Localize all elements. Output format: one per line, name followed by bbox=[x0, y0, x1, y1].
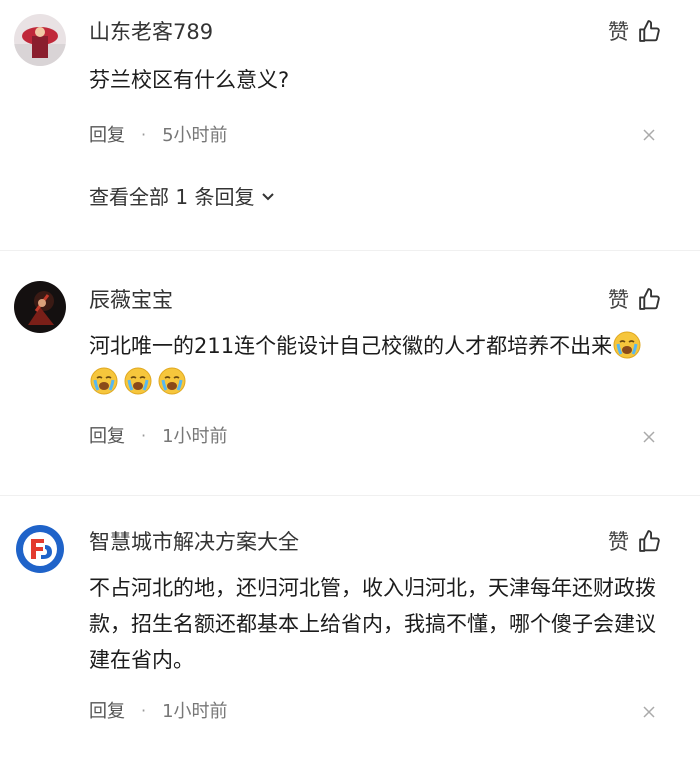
crying-face-icon bbox=[123, 366, 153, 396]
avatar-image bbox=[14, 523, 66, 575]
crying-face-icon bbox=[157, 366, 187, 396]
separator: · bbox=[141, 425, 147, 445]
like-button[interactable]: 赞 bbox=[608, 284, 662, 314]
avatar-image bbox=[14, 14, 66, 66]
crying-face-icon bbox=[89, 366, 119, 396]
comment-meta: 回复 · 5小时前 bbox=[89, 121, 228, 147]
crying-face-icon bbox=[612, 330, 642, 360]
comment-text: 河北唯一的211连个能设计自己校徽的人才都培养不出来 bbox=[89, 328, 674, 400]
divider bbox=[0, 250, 700, 251]
thumbs-up-icon bbox=[637, 529, 662, 554]
avatar[interactable] bbox=[14, 523, 66, 575]
like-button[interactable]: 赞 bbox=[608, 16, 662, 46]
chevron-down-icon bbox=[254, 188, 276, 204]
close-icon[interactable] bbox=[642, 705, 656, 719]
separator: · bbox=[141, 700, 147, 720]
view-all-label: 查看全部 1 条回复 bbox=[89, 185, 255, 209]
username[interactable]: 山东老客789 bbox=[89, 16, 213, 46]
reply-button[interactable]: 回复 bbox=[89, 121, 125, 147]
username[interactable]: 辰薇宝宝 bbox=[89, 284, 173, 314]
like-label: 赞 bbox=[608, 288, 629, 312]
avatar[interactable] bbox=[14, 281, 66, 333]
comment-text: 芬兰校区有什么意义? bbox=[89, 68, 290, 92]
like-label: 赞 bbox=[608, 20, 629, 44]
avatar[interactable] bbox=[14, 14, 66, 66]
username[interactable]: 智慧城市解决方案大全 bbox=[89, 526, 299, 556]
avatar-image bbox=[14, 281, 66, 333]
comment-meta: 回复 · 1小时前 bbox=[89, 422, 228, 448]
comment-text-content: 河北唯一的211连个能设计自己校徽的人才都培养不出来 bbox=[89, 334, 613, 358]
separator: · bbox=[141, 124, 147, 144]
reply-button[interactable]: 回复 bbox=[89, 422, 125, 448]
comment-text: 不占河北的地，还归河北管，收入归河北，天津每年还财政拨款，招生名额还都基本上给省… bbox=[89, 576, 656, 672]
timestamp: 5小时前 bbox=[162, 125, 228, 146]
divider bbox=[0, 495, 700, 496]
reply-button[interactable]: 回复 bbox=[89, 697, 125, 723]
like-label: 赞 bbox=[608, 530, 629, 554]
close-icon[interactable] bbox=[642, 430, 656, 444]
timestamp: 1小时前 bbox=[162, 701, 228, 722]
timestamp: 1小时前 bbox=[162, 426, 228, 447]
close-icon[interactable] bbox=[642, 128, 656, 142]
like-button[interactable]: 赞 bbox=[608, 526, 662, 556]
thumbs-up-icon bbox=[637, 19, 662, 44]
comment-meta: 回复 · 1小时前 bbox=[89, 697, 228, 723]
view-all-replies-button[interactable]: 查看全部 1 条回复 bbox=[89, 181, 276, 210]
thumbs-up-icon bbox=[637, 287, 662, 312]
